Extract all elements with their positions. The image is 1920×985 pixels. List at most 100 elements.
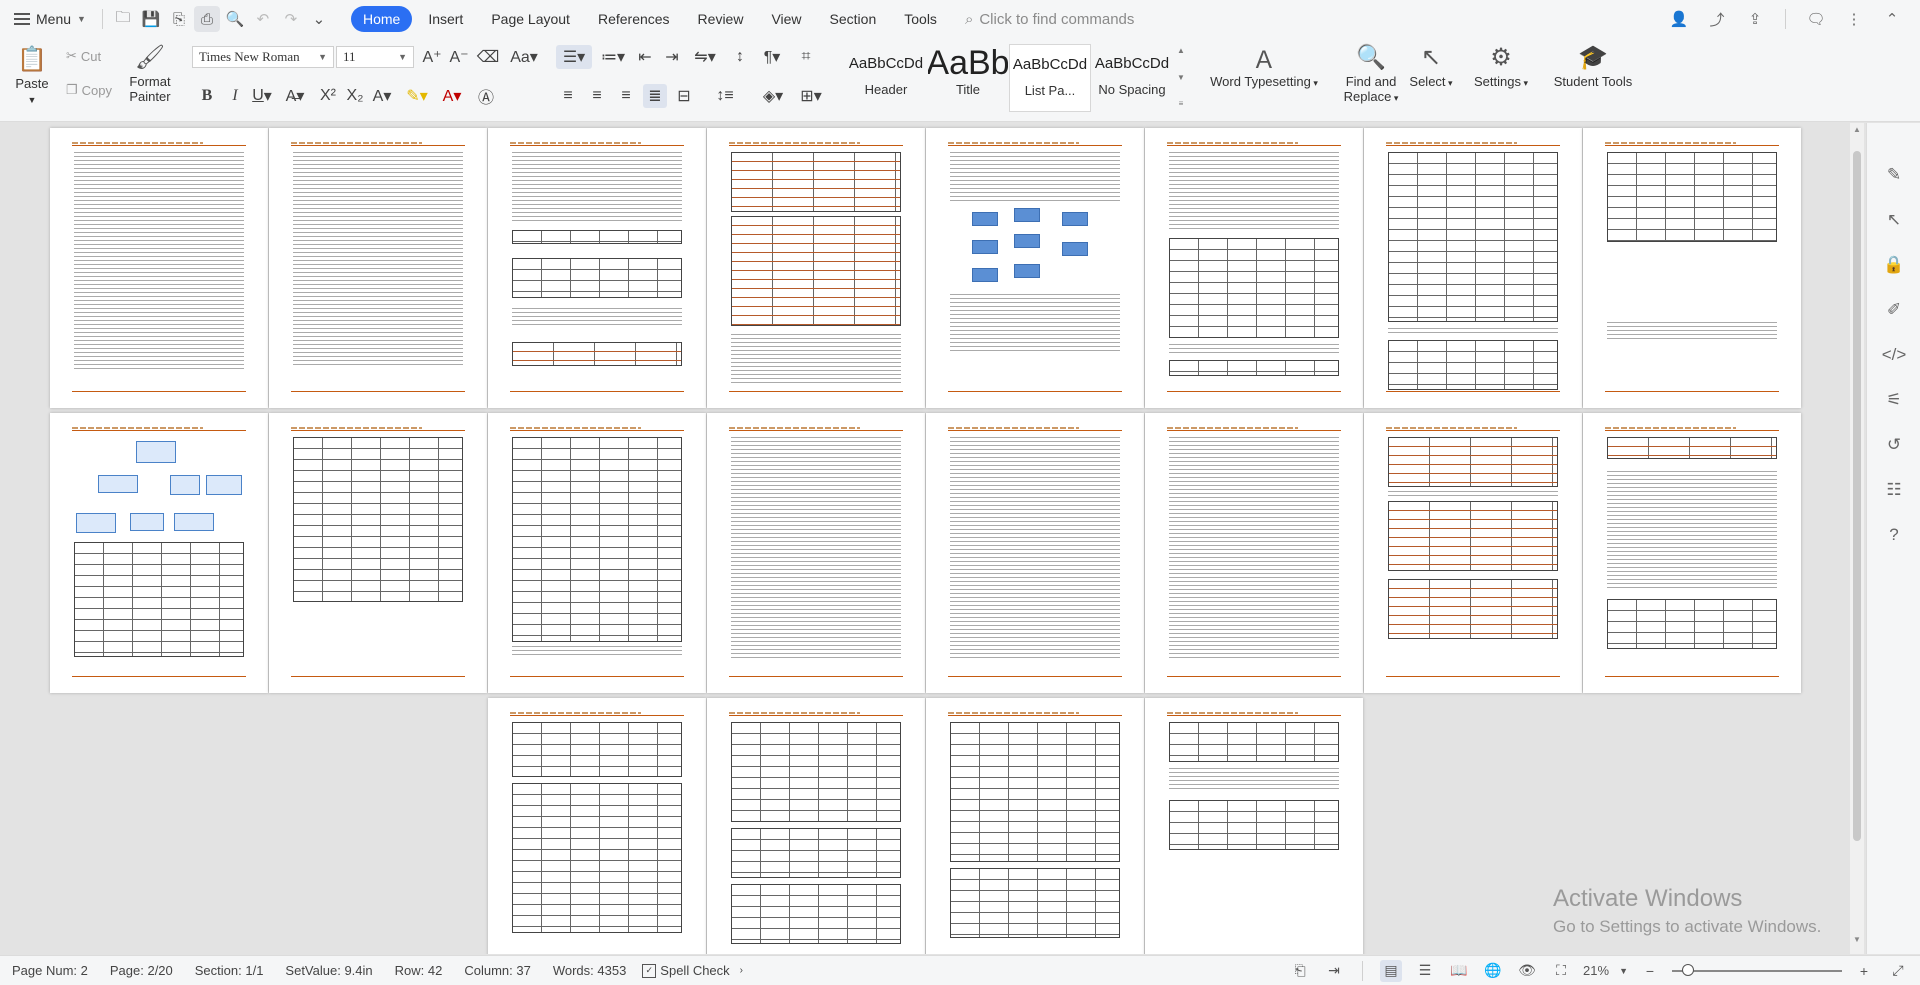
share-icon[interactable]: ⤴ <box>1704 6 1730 32</box>
document-page[interactable] <box>926 413 1144 693</box>
sort-icon[interactable]: ↕ <box>728 45 752 69</box>
distributed-icon[interactable]: ⊟ <box>672 84 696 108</box>
style-no-spacing[interactable]: AaBbCcDd No Spacing <box>1091 44 1173 112</box>
copy-button[interactable]: ❐ Copy <box>66 82 112 98</box>
tab-review[interactable]: Review <box>686 6 756 32</box>
strikethrough-icon[interactable]: A̶▾ <box>283 84 307 108</box>
row-status[interactable]: Row: 42 <box>395 963 443 978</box>
character-border-icon[interactable]: Ⓐ <box>474 84 498 108</box>
font-effects-icon[interactable]: A▾ <box>370 84 394 108</box>
zoom-slider[interactable] <box>1672 963 1842 976</box>
numbered-list-icon[interactable]: ≔▾ <box>598 45 628 69</box>
zoom-out-icon[interactable]: − <box>1639 960 1661 982</box>
document-page[interactable] <box>926 128 1144 408</box>
line-spacing-icon[interactable]: ↕≡ <box>710 84 740 108</box>
format-painter-button[interactable]: 🖌 Format Painter <box>126 42 174 105</box>
spell-check-button[interactable]: ✓ Spell Check › <box>642 963 743 978</box>
tab-section[interactable]: Section <box>818 6 889 32</box>
document-page[interactable] <box>1364 128 1582 408</box>
customize-toolbar-icon[interactable]: ⌄ <box>306 6 332 32</box>
document-page[interactable] <box>488 413 706 693</box>
bold-icon[interactable]: B <box>195 84 219 108</box>
chinese-layout-icon[interactable]: ⌗ <box>794 45 818 69</box>
collapse-ribbon-icon[interactable]: ⌃ <box>1879 6 1905 32</box>
paragraph-mark-icon[interactable]: ¶▾ <box>760 45 784 69</box>
export-icon[interactable]: ⎘ <box>166 6 192 32</box>
section-status[interactable]: Section: 1/1 <box>195 963 264 978</box>
expand-icon[interactable]: ≡ <box>1179 99 1184 108</box>
document-page[interactable] <box>1145 128 1363 408</box>
document-canvas[interactable] <box>0 123 1920 954</box>
sliders-icon[interactable]: ⚟ <box>1882 388 1906 412</box>
undo-icon[interactable]: ↶ <box>250 6 276 32</box>
zoom-level[interactable]: 21% <box>1583 963 1609 978</box>
cut-button[interactable]: ✂ Cut <box>66 48 101 64</box>
fit-page-icon[interactable]: ⛶ <box>1550 960 1572 982</box>
comment-icon[interactable]: 🗨 <box>1803 6 1829 32</box>
increase-font-size-icon[interactable]: A⁺ <box>420 45 444 69</box>
text-direction-icon[interactable]: ⇋▾ <box>690 45 720 69</box>
document-page[interactable] <box>50 413 268 693</box>
shading-icon[interactable]: ◈▾ <box>758 84 788 108</box>
word-typesetting-button[interactable]: Ａ Word Typesetting ▾ <box>1206 42 1322 91</box>
subscript-icon[interactable]: X₂ <box>343 84 367 108</box>
tab-references[interactable]: References <box>586 6 682 32</box>
pen-icon[interactable]: ✎ <box>1882 163 1906 187</box>
print-preview-icon[interactable]: 🔍 <box>222 6 248 32</box>
document-page[interactable] <box>269 413 487 693</box>
web-view-icon[interactable]: 🌐 <box>1482 960 1504 982</box>
style-header[interactable]: AaBbCcDd Header <box>845 44 927 112</box>
document-page[interactable] <box>488 128 706 408</box>
tab-page-layout[interactable]: Page Layout <box>479 6 582 32</box>
chevron-up-icon[interactable]: ▲ <box>1850 125 1864 134</box>
word-count-status[interactable]: Words: 4353 <box>553 963 626 978</box>
redo-icon[interactable]: ↷ <box>278 6 304 32</box>
chevron-down-icon[interactable]: ▼ <box>1619 966 1628 976</box>
style-list-paragraph[interactable]: AaBbCcDd List Pa... <box>1009 44 1091 112</box>
underline-icon[interactable]: U ▾ <box>250 84 274 108</box>
chevron-down-icon[interactable]: ▼ <box>1850 935 1864 944</box>
find-replace-button[interactable]: 🔍 Find and Replace ▾ <box>1338 42 1404 106</box>
select-button[interactable]: ↖ Select ▾ <box>1406 42 1456 91</box>
increase-indent-icon[interactable]: ⇥ <box>660 45 684 69</box>
paste-button[interactable]: 📋 Paste ▼ <box>10 44 54 108</box>
student-tools-button[interactable]: 🎓 Student Tools <box>1548 42 1638 90</box>
document-page[interactable] <box>1364 413 1582 693</box>
document-page[interactable] <box>1583 413 1801 693</box>
decrease-indent-icon[interactable]: ⇤ <box>633 45 657 69</box>
edit-icon[interactable]: ✐ <box>1882 298 1906 322</box>
align-left-icon[interactable]: ≡ <box>556 84 580 108</box>
upload-icon[interactable]: ⇪ <box>1742 6 1768 32</box>
clear-format-icon[interactable]: ⌫ <box>476 45 500 69</box>
code-icon[interactable]: </> <box>1882 343 1907 367</box>
font-color-icon[interactable]: A▾ <box>440 84 464 108</box>
change-case-icon[interactable]: Aa▾ <box>506 45 542 69</box>
document-page[interactable] <box>707 413 925 693</box>
tab-view[interactable]: View <box>759 6 813 32</box>
help-icon[interactable]: ? <box>1882 523 1906 547</box>
bullet-list-icon[interactable]: ☰▾ <box>556 45 592 69</box>
eye-protection-icon[interactable]: 👁 <box>1516 960 1538 982</box>
outline-view-icon[interactable]: ☰ <box>1414 960 1436 982</box>
align-center-icon[interactable]: ≡ <box>585 84 609 108</box>
fullscreen-icon[interactable]: ⤢ <box>1887 960 1909 982</box>
align-right-icon[interactable]: ≡ <box>614 84 638 108</box>
save-icon[interactable]: 💾 <box>138 6 164 32</box>
menu-button[interactable]: Menu ▼ <box>0 4 96 34</box>
style-title[interactable]: AaBb Title <box>927 44 1009 112</box>
document-page[interactable] <box>269 128 487 408</box>
borders-icon[interactable]: ⊞▾ <box>796 84 826 108</box>
chevron-down-icon[interactable]: ▼ <box>1177 73 1185 82</box>
outline-icon[interactable]: ☷ <box>1882 478 1906 502</box>
zoom-in-icon[interactable]: + <box>1853 960 1875 982</box>
decrease-font-size-icon[interactable]: A⁻ <box>447 45 471 69</box>
column-status[interactable]: Column: 37 <box>464 963 530 978</box>
tab-insert[interactable]: Insert <box>416 6 475 32</box>
document-page[interactable] <box>1145 413 1363 693</box>
add-user-icon[interactable]: 👤 <box>1666 6 1692 32</box>
document-page[interactable] <box>707 128 925 408</box>
document-page[interactable] <box>707 698 925 954</box>
document-page[interactable] <box>1145 698 1363 954</box>
reading-view-icon[interactable]: 📖 <box>1448 960 1470 982</box>
page-view-icon[interactable]: ▤ <box>1380 959 1403 982</box>
